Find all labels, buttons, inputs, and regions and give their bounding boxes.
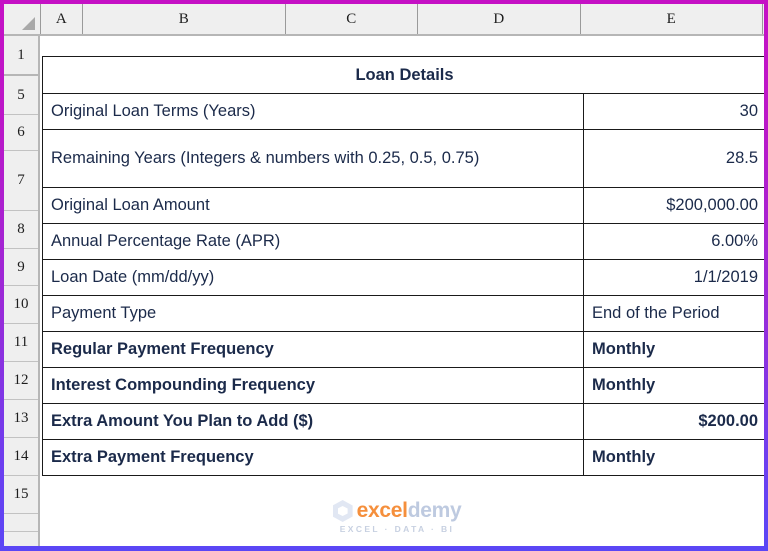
select-all-button[interactable]: [4, 4, 41, 34]
row-header-11[interactable]: 11: [4, 324, 38, 362]
column-header-a[interactable]: A: [41, 4, 83, 34]
row-value-interest-compounding-frequency[interactable]: Monthly: [582, 367, 764, 404]
table-row[interactable]: Extra Payment Frequency Monthly: [42, 439, 764, 476]
table-row[interactable]: Extra Amount You Plan to Add ($) $200.00: [42, 403, 764, 440]
row-header-13[interactable]: 13: [4, 400, 38, 438]
loan-details-table: Loan Details Original Loan Terms (Years)…: [41, 56, 764, 476]
row-value-extra-payment-frequency[interactable]: Monthly: [582, 439, 764, 476]
table-row[interactable]: Original Loan Amount $200,000.00: [42, 187, 764, 224]
row-header-6[interactable]: 6: [4, 115, 38, 151]
row-label-remaining-years: Remaining Years (Integers & numbers with…: [42, 129, 584, 188]
row-value-regular-payment-frequency[interactable]: Monthly: [582, 331, 764, 368]
row-header-5[interactable]: 5: [4, 76, 38, 115]
row-value-remaining-years[interactable]: 28.5: [582, 129, 764, 188]
row-header-7[interactable]: 7: [4, 151, 38, 211]
row-label-extra-amount: Extra Amount You Plan to Add ($): [42, 403, 584, 440]
table-title-row: Loan Details: [41, 56, 764, 94]
row-header-15[interactable]: 15: [4, 476, 38, 514]
row-label-loan-date: Loan Date (mm/dd/yy): [42, 259, 584, 296]
row-header-14[interactable]: 14: [4, 438, 38, 476]
table-row[interactable]: Remaining Years (Integers & numbers with…: [42, 129, 764, 188]
row-header-9[interactable]: 9: [4, 249, 38, 286]
row-value-original-loan-terms[interactable]: 30: [582, 93, 764, 130]
column-header-bar: A B C D E: [4, 4, 764, 36]
loan-details-table-body: Loan Details Original Loan Terms (Years)…: [41, 56, 764, 476]
row-label-payment-type: Payment Type: [42, 295, 584, 332]
table-row[interactable]: Loan Date (mm/dd/yy) 1/1/2019: [42, 259, 764, 296]
column-header-b[interactable]: B: [83, 4, 286, 34]
row-header-partial[interactable]: [4, 514, 38, 532]
row-value-original-loan-amount[interactable]: $200,000.00: [582, 187, 764, 224]
table-row[interactable]: Original Loan Terms (Years) 30: [42, 93, 764, 130]
row-label-apr: Annual Percentage Rate (APR): [42, 223, 584, 260]
table-row[interactable]: Payment Type End of the Period: [42, 295, 764, 332]
row-value-apr[interactable]: 6.00%: [582, 223, 764, 260]
column-header-d[interactable]: D: [418, 4, 581, 34]
row-label-regular-payment-frequency: Regular Payment Frequency: [42, 331, 584, 368]
table-row[interactable]: Annual Percentage Rate (APR) 6.00%: [42, 223, 764, 260]
row-header-1[interactable]: 1: [4, 36, 38, 76]
column-header-e[interactable]: E: [581, 4, 763, 34]
row-header-10[interactable]: 10: [4, 286, 38, 324]
table-title: Loan Details: [41, 56, 764, 94]
column-header-c[interactable]: C: [286, 4, 418, 34]
row-header-8[interactable]: 8: [4, 211, 38, 249]
row-value-payment-type[interactable]: End of the Period: [582, 295, 764, 332]
select-all-triangle-icon: [22, 17, 35, 30]
row-label-original-loan-terms: Original Loan Terms (Years): [42, 93, 584, 130]
window-frame: A B C D E 1 5 6 7 8 9 10 11 12 13 14 15: [0, 0, 768, 551]
row-label-extra-payment-frequency: Extra Payment Frequency: [42, 439, 584, 476]
row-header-12[interactable]: 12: [4, 362, 38, 400]
row-value-loan-date[interactable]: 1/1/2019: [582, 259, 764, 296]
spreadsheet-surface: A B C D E 1 5 6 7 8 9 10 11 12 13 14 15: [4, 4, 764, 546]
row-label-interest-compounding-frequency: Interest Compounding Frequency: [42, 367, 584, 404]
table-row[interactable]: Interest Compounding Frequency Monthly: [42, 367, 764, 404]
row-value-extra-amount[interactable]: $200.00: [582, 403, 764, 440]
table-row[interactable]: Regular Payment Frequency Monthly: [42, 331, 764, 368]
row-header-gutter: 1 5 6 7 8 9 10 11 12 13 14 15: [4, 36, 40, 546]
row-label-original-loan-amount: Original Loan Amount: [42, 187, 584, 224]
